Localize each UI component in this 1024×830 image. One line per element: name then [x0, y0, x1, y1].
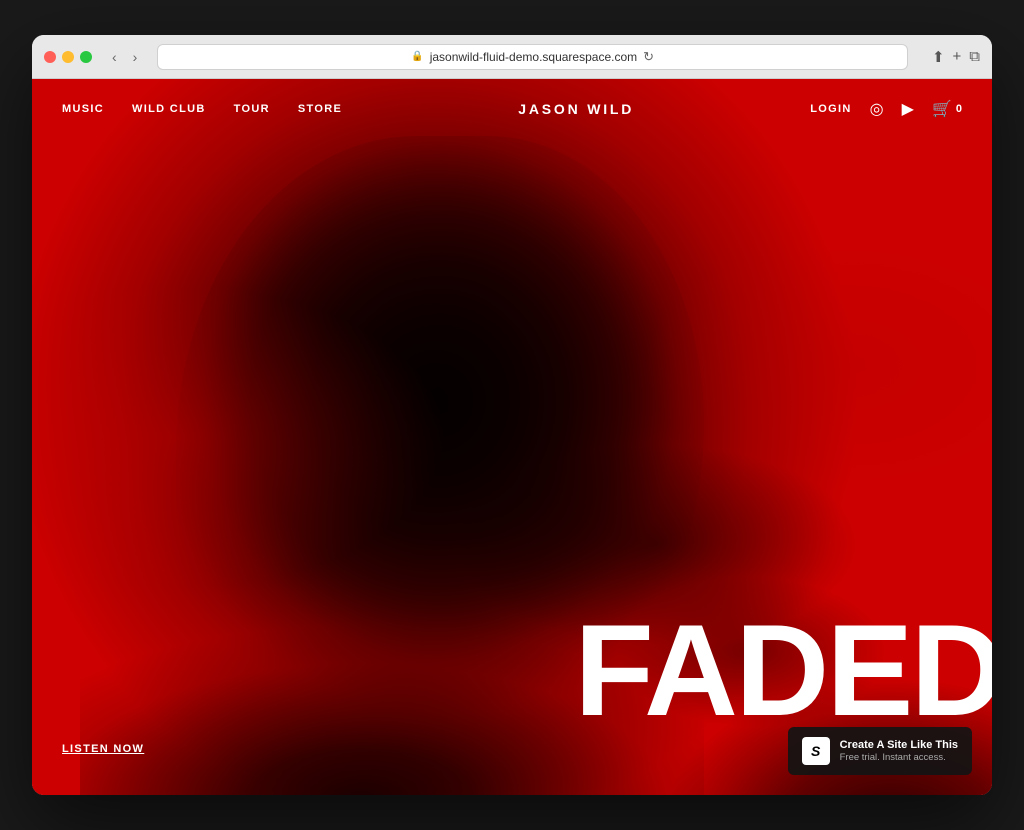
forward-button[interactable]: ›: [129, 47, 142, 67]
squarespace-logo: S: [802, 737, 830, 765]
login-link[interactable]: LOGIN: [810, 103, 851, 115]
lock-icon: 🔒: [411, 51, 423, 62]
nav-left: MUSIC WILD CLUB TOUR STORE: [62, 103, 342, 115]
listen-now-link[interactable]: LISTEN NOW: [62, 743, 144, 755]
cart-button[interactable]: 🛒 0: [932, 99, 962, 119]
nav-right: LOGIN ◎ ▶ 🛒 0: [810, 99, 962, 119]
new-tab-button[interactable]: +: [953, 48, 962, 66]
share-button[interactable]: ⬆: [932, 48, 945, 66]
navigation: MUSIC WILD CLUB TOUR STORE JASON WILD LO…: [32, 79, 992, 139]
cart-icon: 🛒: [932, 99, 952, 119]
back-button[interactable]: ‹: [108, 47, 121, 67]
nav-music[interactable]: MUSIC: [62, 103, 104, 115]
browser-chrome: ‹ › 🔒 jasonwild-fluid-demo.squarespace.c…: [32, 35, 992, 79]
instagram-icon[interactable]: ◎: [870, 99, 884, 119]
nav-center: JASON WILD: [342, 101, 810, 117]
nav-tour[interactable]: TOUR: [234, 103, 270, 115]
address-bar[interactable]: 🔒 jasonwild-fluid-demo.squarespace.com ↻: [157, 44, 908, 70]
youtube-icon[interactable]: ▶: [902, 99, 914, 119]
browser-actions: ⬆ + ⧉: [932, 48, 980, 66]
reload-icon[interactable]: ↻: [643, 49, 654, 65]
browser-controls: ‹ ›: [108, 47, 141, 67]
website-content: MUSIC WILD CLUB TOUR STORE JASON WILD LO…: [32, 79, 992, 795]
squarespace-banner[interactable]: S Create A Site Like This Free trial. In…: [788, 727, 972, 775]
traffic-lights: [44, 51, 92, 63]
close-button[interactable]: [44, 51, 56, 63]
site-title: JASON WILD: [518, 101, 634, 117]
squarespace-banner-title: Create A Site Like This: [840, 738, 958, 752]
maximize-button[interactable]: [80, 51, 92, 63]
url-text: jasonwild-fluid-demo.squarespace.com: [430, 50, 637, 64]
nav-store[interactable]: STORE: [298, 103, 342, 115]
browser-window: ‹ › 🔒 jasonwild-fluid-demo.squarespace.c…: [32, 35, 992, 795]
minimize-button[interactable]: [62, 51, 74, 63]
cart-count: 0: [956, 103, 962, 115]
nav-wild-club[interactable]: WILD CLUB: [132, 103, 206, 115]
tab-overview-button[interactable]: ⧉: [969, 48, 980, 66]
squarespace-banner-subtitle: Free trial. Instant access.: [840, 752, 958, 764]
squarespace-text: Create A Site Like This Free trial. Inst…: [840, 738, 958, 765]
hero-title: FADED: [574, 605, 992, 735]
